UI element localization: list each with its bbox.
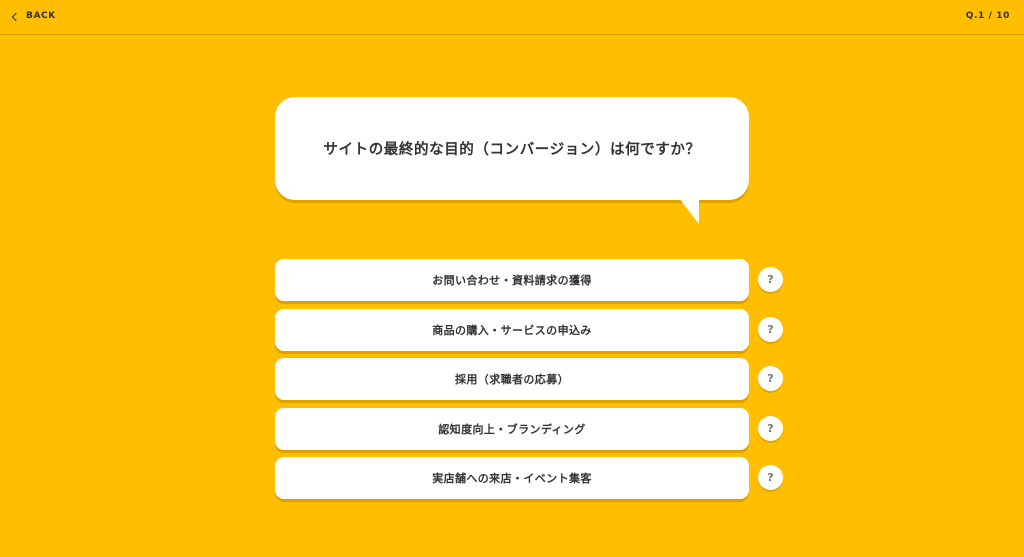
- option-button-recruiting[interactable]: 採用（求職者の応募）: [275, 358, 749, 400]
- answer-options: お問い合わせ・資料請求の獲得 ? 商品の購入・サービスの申込み ? 採用（求職者…: [275, 259, 785, 507]
- option-row: 実店舗への来店・イベント集客 ?: [275, 457, 785, 499]
- option-button-purchase[interactable]: 商品の購入・サービスの申込み: [275, 308, 749, 351]
- option-row: 採用（求職者の応募） ?: [275, 358, 785, 400]
- option-button-inquiry[interactable]: お問い合わせ・資料請求の獲得: [275, 259, 749, 301]
- option-label: 認知度向上・ブランディング: [438, 422, 586, 436]
- question-progress: Q.1 / 10: [965, 11, 1010, 21]
- option-row: お問い合わせ・資料請求の獲得 ?: [275, 259, 785, 301]
- question-mark-icon[interactable]: ?: [758, 366, 783, 391]
- option-label: 採用（求職者の応募）: [455, 373, 569, 386]
- chevron-left-icon: [11, 12, 21, 21]
- option-label: 商品の購入・サービスの申込み: [432, 323, 592, 337]
- question-text: サイトの最終的な目的（コンバージョン）は何ですか？: [323, 142, 701, 158]
- question-bubble: サイトの最終的な目的（コンバージョン）は何ですか？: [275, 97, 749, 200]
- question-mark-icon[interactable]: ?: [758, 316, 783, 342]
- question-mark-icon[interactable]: ?: [758, 267, 783, 292]
- question-mark-icon[interactable]: ?: [758, 415, 783, 441]
- option-row: 商品の購入・サービスの申込み ?: [275, 308, 785, 351]
- question-mark-icon[interactable]: ?: [758, 465, 783, 490]
- back-label: BACK: [26, 11, 56, 21]
- option-label: 実店舗への来店・イベント集客: [432, 472, 592, 485]
- option-button-store-visit[interactable]: 実店舗への来店・イベント集客: [275, 457, 749, 499]
- option-button-branding[interactable]: 認知度向上・ブランディング: [275, 407, 749, 450]
- speech-bubble-tail: [679, 198, 699, 224]
- back-button[interactable]: BACK: [11, 11, 56, 21]
- top-bar: BACK Q.1 / 10: [0, 0, 1024, 35]
- option-row: 認知度向上・ブランディング ?: [275, 407, 785, 450]
- option-label: お問い合わせ・資料請求の獲得: [432, 274, 592, 287]
